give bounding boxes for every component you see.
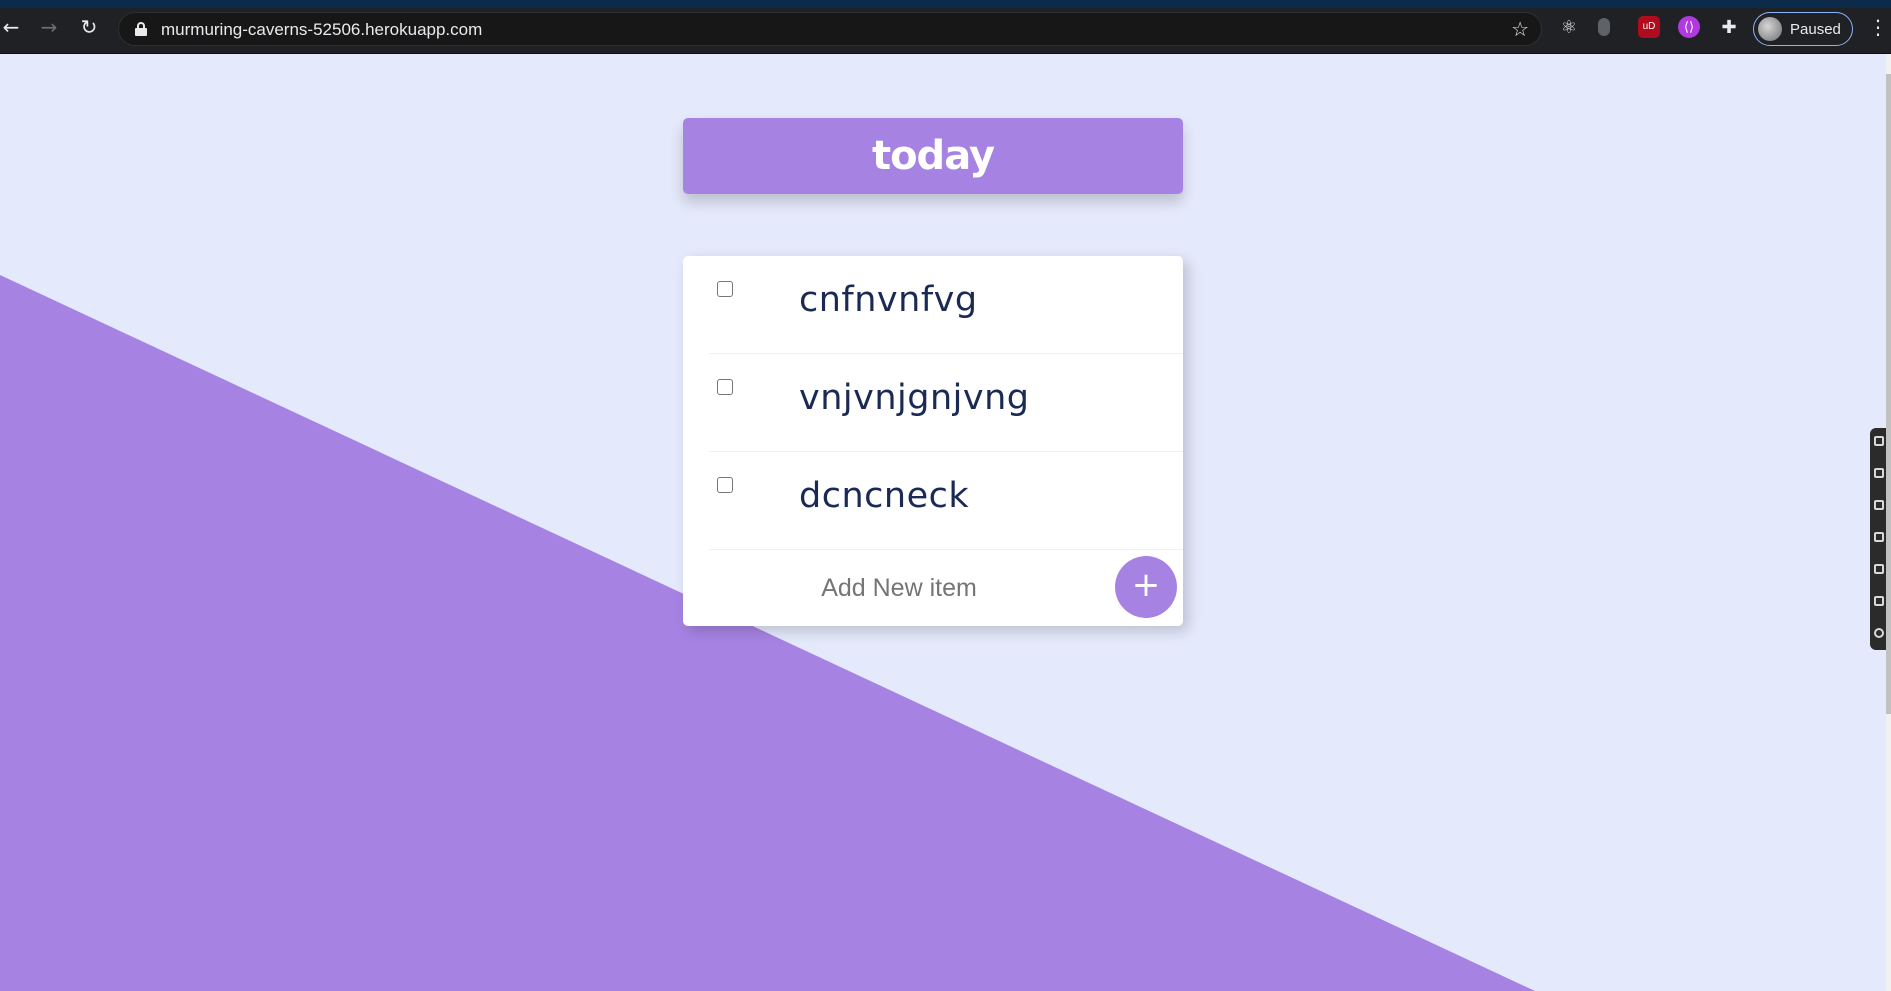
extension-purple-icon[interactable]: ⟨⟩: [1678, 16, 1700, 38]
menu-dots-icon[interactable]: ⋮: [1868, 14, 1888, 40]
camera-icon[interactable]: [1874, 468, 1884, 478]
pin-icon[interactable]: [1874, 500, 1884, 510]
scrollbar[interactable]: [1886, 54, 1891, 991]
puzzle-icon[interactable]: ✚: [1718, 16, 1740, 38]
reload-button[interactable]: ↻: [78, 16, 100, 38]
todo-list: cnfnvnfvg vnjvnjgnjvng dcncneck +: [683, 256, 1183, 626]
side-toolbar: [1870, 428, 1886, 650]
heading-box: today: [683, 118, 1183, 194]
pin-icon[interactable]: [1874, 436, 1884, 446]
gear-icon[interactable]: [1874, 628, 1884, 638]
camera-icon[interactable]: [1874, 532, 1884, 542]
avatar: [1758, 17, 1782, 41]
list-item: vnjvnjgnjvng: [709, 354, 1183, 452]
extension-icon[interactable]: [1598, 18, 1610, 36]
address-bar[interactable]: murmuring-caverns-52506.herokuapp.com ☆: [118, 12, 1542, 46]
lock-icon: [135, 22, 147, 36]
react-devtools-icon[interactable]: ⚛: [1558, 16, 1580, 38]
list-item: cnfnvnfvg: [709, 256, 1183, 354]
url-text[interactable]: murmuring-caverns-52506.herokuapp.com: [161, 20, 482, 40]
bookmark-star-icon[interactable]: ☆: [1511, 17, 1529, 41]
forward-button[interactable]: →: [38, 16, 60, 38]
browser-toolbar: ← → ↻ murmuring-caverns-52506.herokuapp.…: [0, 0, 1891, 54]
back-button[interactable]: ←: [0, 16, 22, 38]
image-icon[interactable]: [1874, 596, 1884, 606]
reload-icon: ↻: [80, 15, 98, 39]
ublock-icon[interactable]: uD: [1638, 16, 1660, 38]
item-label: dcncneck: [799, 476, 970, 516]
profile-status: Paused: [1790, 21, 1841, 38]
item-checkbox[interactable]: [717, 477, 733, 493]
page-content: today cnfnvnfvg vnjvnjgnjvng dcncneck +: [0, 54, 1891, 991]
arrow-right-icon: →: [40, 15, 58, 39]
list-item: dcncneck: [709, 452, 1183, 550]
add-item-button[interactable]: +: [1115, 556, 1177, 618]
item-label: vnjvnjgnjvng: [799, 378, 1030, 418]
page-title: today: [871, 133, 995, 179]
tab-strip: [0, 0, 1891, 8]
scrollbar-thumb[interactable]: [1886, 74, 1891, 714]
item-label: cnfnvnfvg: [799, 280, 978, 320]
add-item-form: +: [709, 550, 1183, 626]
item-checkbox[interactable]: [717, 379, 733, 395]
arrow-left-icon: ←: [2, 15, 20, 39]
new-item-input[interactable]: [749, 568, 1049, 608]
profile-button[interactable]: Paused: [1753, 12, 1853, 46]
window-icon[interactable]: [1874, 564, 1884, 574]
item-checkbox[interactable]: [717, 281, 733, 297]
